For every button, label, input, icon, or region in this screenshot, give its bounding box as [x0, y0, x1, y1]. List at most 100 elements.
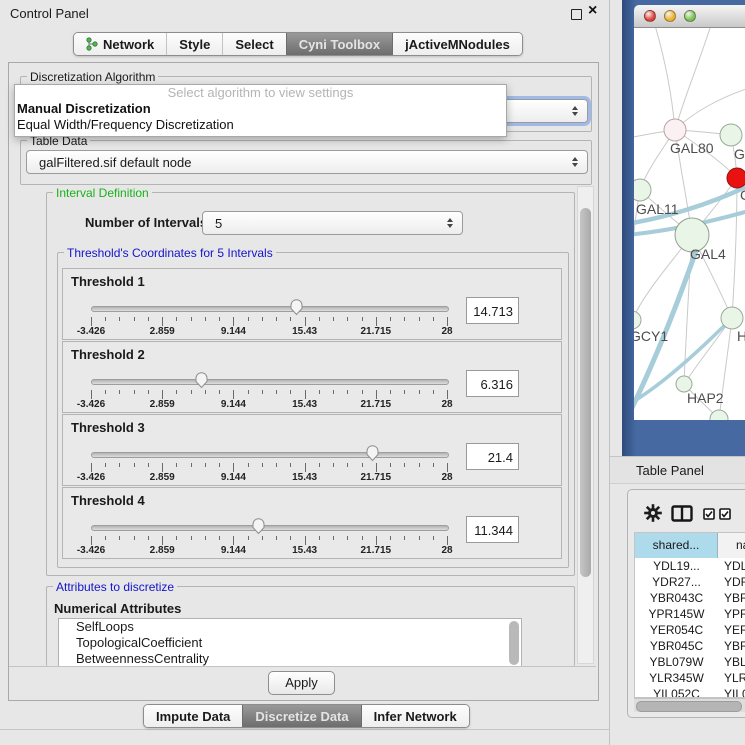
slider-tick-label: 15.43: [292, 545, 317, 556]
tab-network[interactable]: Network: [74, 33, 166, 55]
tab-style[interactable]: Style: [166, 33, 222, 55]
network-window-titlebar[interactable]: [634, 5, 745, 28]
network-node[interactable]: [720, 124, 742, 146]
network-node[interactable]: [710, 410, 728, 420]
table-panel-title: Table Panel: [636, 463, 704, 478]
slider-tick: [276, 463, 277, 467]
slider-tick: [105, 390, 106, 394]
cell-shared-name: YPR145W: [635, 606, 718, 622]
numerical-attributes-list[interactable]: SelfLoopsTopologicalCoefficientBetweenne…: [58, 618, 522, 667]
network-node-label: C: [740, 187, 745, 203]
slider-tick: [91, 317, 92, 326]
split-columns-icon[interactable]: [671, 505, 693, 522]
dropdown-option-equal-width-frequency-discretization[interactable]: Equal Width/Frequency Discretization: [15, 117, 506, 133]
list-scrollbar-thumb[interactable]: [509, 621, 519, 665]
slider-tick: [433, 390, 434, 394]
attribute-item-topologicalcoefficient[interactable]: TopologicalCoefficient: [59, 635, 521, 651]
tab-impute-data[interactable]: Impute Data: [144, 705, 242, 727]
tab-infer-network[interactable]: Infer Network: [361, 705, 469, 727]
slider-track[interactable]: [91, 452, 449, 458]
slider-tick: [233, 390, 234, 399]
network-node[interactable]: [634, 179, 651, 201]
table-horizontal-scrollbar[interactable]: [634, 698, 745, 712]
slider-track[interactable]: [91, 306, 449, 312]
slider-tick-label: 28: [441, 472, 452, 483]
slider-handle[interactable]: [251, 517, 266, 535]
slider-track[interactable]: [91, 525, 449, 531]
tab-cyni-toolbox[interactable]: Cyni Toolbox: [286, 33, 392, 55]
table-row[interactable]: YIL052CYIL0: [635, 686, 745, 698]
table-row[interactable]: YBR043CYBR0: [635, 590, 745, 606]
table-row[interactable]: YDR27...YDR2: [635, 574, 745, 590]
algorithm-dropdown-popup: Select algorithm to view settings Manual…: [14, 84, 507, 137]
attribute-item-selfloops[interactable]: SelfLoops: [59, 619, 521, 635]
slider-tick: [419, 317, 420, 321]
table-data-combo[interactable]: galFiltered.sif default node: [26, 150, 588, 174]
minimize-traffic-light-icon[interactable]: [664, 10, 676, 22]
slider-tick: [390, 390, 391, 394]
slider-tick: [91, 536, 92, 545]
network-canvas[interactable]: GAL80GACGAL11GAL4GCY1HHAP2: [634, 28, 745, 420]
table-row[interactable]: YBL079WYBL0: [635, 654, 745, 670]
tab-select[interactable]: Select: [222, 33, 285, 55]
cell-shared-name: YDL19...: [635, 558, 718, 574]
apply-bar-divider: [9, 666, 596, 667]
table-row[interactable]: YPR145WYPR1: [635, 606, 745, 622]
slider-tick-label: 15.43: [292, 399, 317, 410]
network-node[interactable]: [664, 119, 686, 141]
network-node[interactable]: [727, 168, 745, 188]
screen: Control Panel × NetworkStyleSelectCyni T…: [0, 0, 745, 745]
table-row[interactable]: YDL19...YDL1: [635, 558, 745, 574]
slider-tick: [176, 536, 177, 540]
threshold-label: Threshold 4: [71, 493, 145, 508]
cell-name: YDR2: [718, 574, 745, 590]
slider-tick: [248, 390, 249, 394]
threshold-value-field[interactable]: 11.344: [466, 516, 519, 543]
slider-tick: [347, 536, 348, 540]
slider-tick-label: -3.426: [77, 326, 105, 337]
dropdown-option-manual-discretization[interactable]: Manual Discretization: [15, 101, 506, 117]
table-row[interactable]: YER054CYER0: [635, 622, 745, 638]
table-row[interactable]: YLR345WYLR3: [635, 670, 745, 686]
cell-name: YDL1: [718, 558, 745, 574]
slider-handle[interactable]: [365, 444, 380, 462]
table-horizontal-scrollbar-thumb[interactable]: [636, 701, 742, 712]
tab-discretize-data[interactable]: Discretize Data: [242, 705, 360, 727]
network-node[interactable]: [721, 307, 743, 329]
settings-vertical-scrollbar-thumb[interactable]: [580, 208, 591, 577]
network-node[interactable]: [634, 311, 641, 329]
slider-tick: [319, 317, 320, 321]
threshold-value-field[interactable]: 14.713: [466, 297, 519, 324]
slider-tick: [205, 317, 206, 321]
cell-name: YER0: [718, 622, 745, 638]
combo-stepper-icon: [447, 218, 453, 228]
threshold-value-field[interactable]: 21.4: [466, 443, 519, 470]
column-header-shared[interactable]: shared...: [635, 533, 718, 558]
number-of-intervals-combo[interactable]: 5: [202, 211, 463, 235]
threshold-value-field[interactable]: 6.316: [466, 370, 519, 397]
slider-tick: [233, 536, 234, 545]
close-traffic-light-icon[interactable]: [644, 10, 656, 22]
attribute-item-betweennesscentrality[interactable]: BetweennessCentrality: [59, 651, 521, 667]
slider-tick: [219, 536, 220, 540]
slider-tick: [362, 317, 363, 321]
slider-tick: [134, 536, 135, 540]
close-icon[interactable]: ×: [588, 2, 597, 20]
checkbox-icon[interactable]: [719, 508, 731, 520]
checkbox-icon[interactable]: [703, 508, 715, 520]
slider-handle[interactable]: [289, 298, 304, 316]
slider-tick: [191, 390, 192, 394]
apply-button[interactable]: Apply: [268, 671, 335, 695]
table-row[interactable]: YBR045CYBR0: [635, 638, 745, 654]
slider-tick: [105, 463, 106, 467]
slider-tick: [376, 536, 377, 545]
slider-handle[interactable]: [194, 371, 209, 389]
column-header-na[interactable]: na: [718, 533, 745, 558]
float-window-icon[interactable]: [571, 9, 582, 20]
cell-shared-name: YBL079W: [635, 654, 718, 670]
slider-tick: [333, 536, 334, 540]
zoom-traffic-light-icon[interactable]: [684, 10, 696, 22]
slider-track[interactable]: [91, 379, 449, 385]
gear-icon[interactable]: [644, 504, 662, 522]
tab-jactivemnodules[interactable]: jActiveMNodules: [392, 33, 522, 55]
